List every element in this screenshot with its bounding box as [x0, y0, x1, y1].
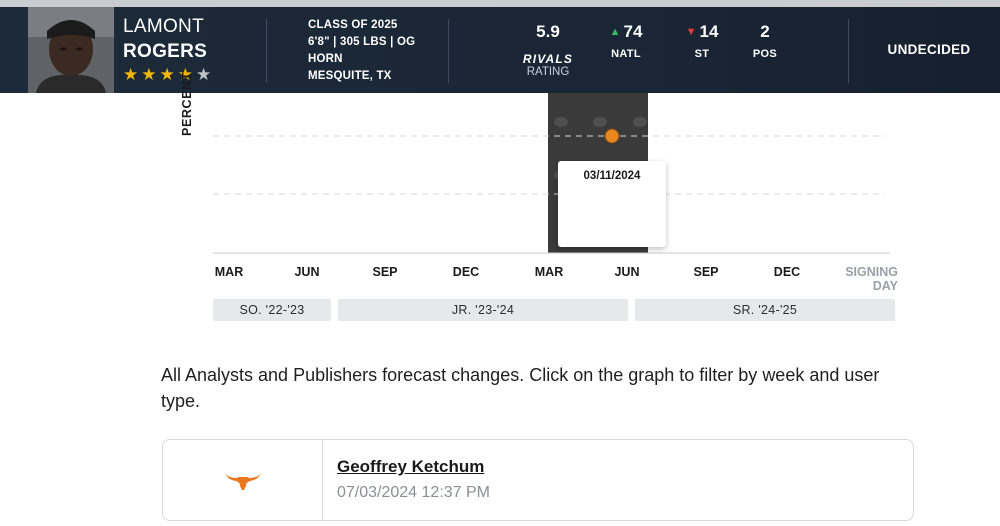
- season-band-sophomore[interactable]: SO. '22-'23: [213, 299, 331, 321]
- rating-label: RATING: [526, 66, 570, 78]
- analyst-name-link[interactable]: Geoffrey Ketchum: [337, 457, 484, 477]
- player-first-name: LAMONT: [123, 16, 204, 37]
- forecast-description: All Analysts and Publishers forecast cha…: [161, 365, 880, 411]
- player-meta: CLASS OF 2025 6'8" | 305 LBS | OG HORN M…: [308, 17, 415, 85]
- rank-national[interactable]: ▲ 74 NATL: [596, 22, 656, 60]
- forecast-timestamp: 07/03/2024 12:37 PM: [337, 484, 491, 501]
- x-tick-label-signing-day: SIGNING DAY: [834, 265, 898, 293]
- team-logo-cell: [163, 440, 323, 520]
- x-tick-label: DEC: [773, 265, 801, 279]
- forecast-card[interactable]: Geoffrey Ketchum 07/03/2024 12:37 PM: [162, 439, 914, 521]
- star-filled-icon: ★: [123, 65, 139, 84]
- season-band-senior[interactable]: SR. '24-'25: [635, 299, 895, 321]
- star-filled-icon: ★: [141, 65, 157, 84]
- rank-state-label: ST: [694, 48, 710, 60]
- rank-national-label: NATL: [611, 48, 641, 60]
- rivals-rating-value: 5.9: [536, 22, 560, 41]
- chart-tooltip: 03/11/2024: [558, 161, 666, 247]
- x-tick-label: SEP: [693, 265, 719, 279]
- faded-team-logo: [633, 117, 647, 127]
- commitment-status: UNDECIDED: [887, 42, 971, 57]
- x-tick-label: JUN: [614, 265, 640, 279]
- star-empty-icon: ★: [196, 65, 212, 84]
- star-rating: ★ ★ ★ ★ ★: [123, 66, 211, 83]
- faded-team-logo: [593, 117, 607, 127]
- arrow-down-icon: ▼: [685, 26, 697, 38]
- rivals-logo: RIVALS: [522, 52, 574, 66]
- longhorn-logo-icon: [224, 473, 261, 490]
- x-tick-label: MAR: [534, 265, 564, 279]
- hometown: MESQUITE, TX: [308, 70, 392, 82]
- high-school: HORN: [308, 53, 343, 65]
- forecast-chart[interactable]: PERCENT 03/11/2024 MAR JUN SEP DEC MAR J…: [0, 72, 1000, 333]
- x-tick-label: MAR: [214, 265, 244, 279]
- faded-team-logo: [554, 117, 568, 127]
- signing-label-line1: SIGNING: [845, 265, 898, 279]
- rank-national-value: 74: [623, 22, 643, 41]
- chart-plot-area[interactable]: [0, 93, 1000, 263]
- season-band-junior[interactable]: JR. '23-'24: [338, 299, 628, 321]
- top-edge-strip: [0, 0, 1000, 7]
- header-divider: [448, 19, 449, 83]
- tooltip-date: 03/11/2024: [583, 170, 641, 182]
- player-header-bar: LAMONT ROGERS ★ ★ ★ ★ ★ CLASS OF 2025 6'8" |…: [0, 7, 1000, 93]
- rank-state[interactable]: ▼ 14 ST: [672, 22, 732, 60]
- x-tick-label: SEP: [372, 265, 398, 279]
- star-filled-icon: ★: [159, 65, 175, 84]
- signing-label-line2: DAY: [872, 279, 898, 293]
- player-size-position: 6'8" | 305 LBS | OG: [308, 36, 416, 48]
- rank-position-value: 2: [760, 22, 770, 41]
- player-photo[interactable]: [28, 7, 114, 93]
- x-tick-label: JUN: [294, 265, 320, 279]
- class-year: CLASS OF 2025: [308, 19, 398, 31]
- x-tick-label: DEC: [452, 265, 480, 279]
- header-divider: [266, 19, 267, 83]
- rank-position[interactable]: 2 POS: [735, 22, 795, 60]
- header-divider: [848, 19, 849, 83]
- rank-state-value: 14: [699, 22, 719, 41]
- forecast-point[interactable]: [604, 128, 620, 144]
- rank-position-label: POS: [752, 48, 778, 60]
- arrow-up-icon: ▲: [609, 26, 621, 38]
